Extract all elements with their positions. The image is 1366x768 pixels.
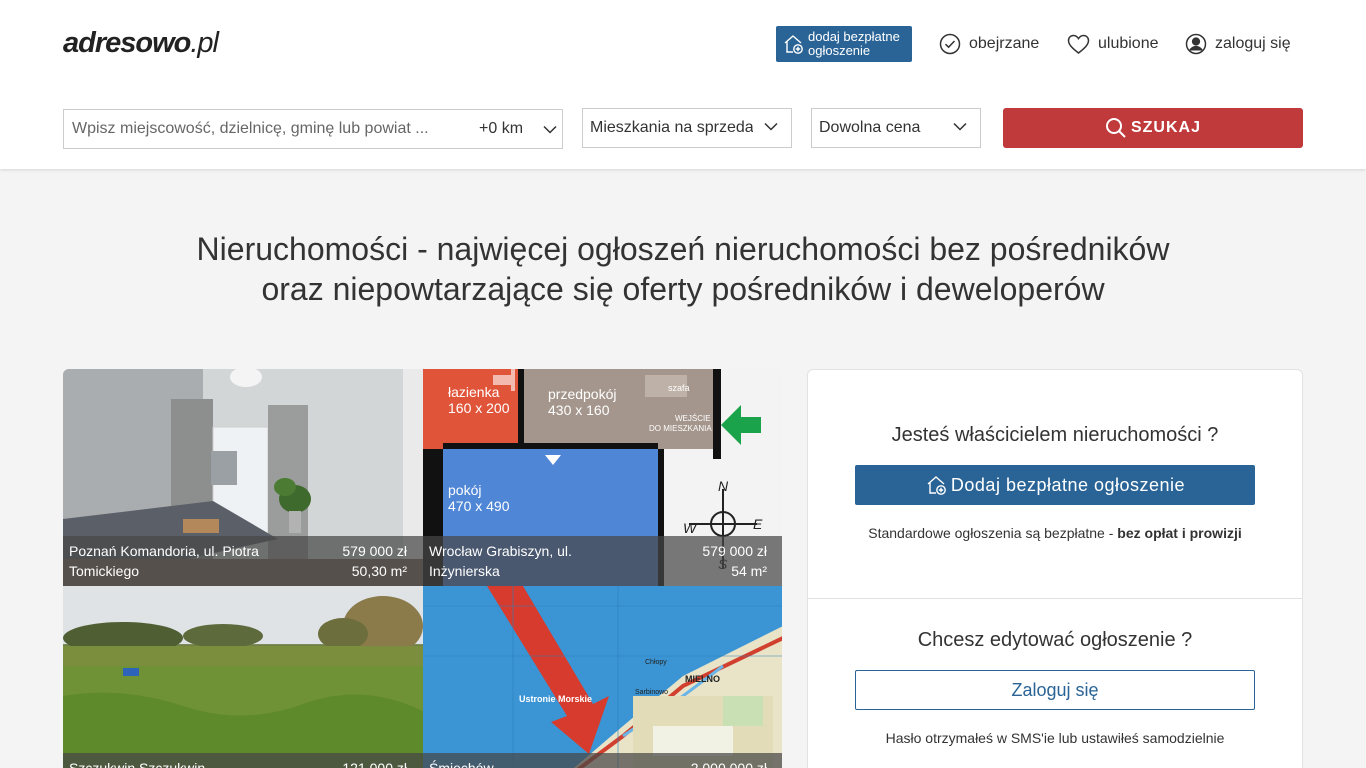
map-label-1: Ustronie Morskie (519, 694, 592, 704)
login-button[interactable]: Zaloguj się (855, 670, 1255, 710)
listing-price-area: 579 000 zł 50,30 m² (342, 541, 407, 581)
floorplan-bathroom-dim: 160 x 200 (448, 400, 510, 416)
add-free-listing-label: Dodaj bezpłatne ogłoszenie (950, 474, 1186, 495)
listing-location: Szczukwin Szczukwin (69, 760, 206, 768)
compass-north: N (718, 478, 729, 494)
logo-main: adresowo (63, 27, 191, 59)
floorplan-hall: przedpokój (548, 386, 617, 402)
radius-value: +0 km (479, 120, 524, 137)
category-value: Mieszkania na sprzedaż (590, 119, 753, 136)
listing-location: Wrocław Grabiszyn, ul. Inżynierska (429, 543, 572, 579)
card-divider (808, 598, 1302, 599)
listing-price: 579 000 zł (702, 543, 767, 559)
site-logo[interactable]: adresowo.pl (63, 27, 219, 60)
search-button-label: SZUKAJ (1130, 119, 1201, 136)
listing-photo-map: Ustronie Morskie MIELNO Sarbinowo Chłopy (423, 586, 782, 768)
floorplan-wardrobe: szafa (668, 383, 690, 393)
nav-favorites-label: ulubione (1098, 35, 1159, 52)
add-listing-button[interactable]: dodaj bezpłatne ogłoszenie (776, 26, 912, 62)
listing-photo-meadow (63, 586, 423, 768)
listing-caption: Poznań Komandoria, ul. Piotra Tomickiego… (63, 536, 423, 586)
listing-area: 54 m² (731, 563, 767, 579)
listing-location: Poznań Komandoria, ul. Piotra Tomickiego (69, 543, 259, 579)
price-select[interactable]: Dowolna cena (811, 108, 981, 148)
chevron-down-icon (953, 122, 967, 131)
category-select[interactable]: Mieszkania na sprzedaż (582, 108, 792, 148)
map-label-4: Chłopy (645, 659, 667, 666)
location-input[interactable] (64, 120, 454, 138)
add-listing-label-2: ogłoszenie (808, 43, 871, 58)
floorplan-bathroom: łazienka (448, 384, 500, 400)
listing-caption: Wrocław Grabiszyn, ul. Inżynierska 579 0… (423, 536, 782, 586)
nav-login-label: zaloguj się (1215, 35, 1291, 52)
listing-caption: Szczukwin Szczukwin 121 000 zł (63, 753, 423, 768)
owner-card-note-bold: bez opłat i prowizji (1117, 525, 1242, 541)
house-plus-icon (927, 476, 946, 495)
listing-price: 579 000 zł (342, 543, 407, 559)
listing-area: 50,30 m² (351, 563, 407, 579)
listing-price-area: 121 000 zł (342, 758, 407, 768)
nav-viewed[interactable]: obejrzane (939, 31, 1039, 57)
listing-caption: Śmiechów 2 000 000 zł (423, 753, 782, 768)
listing-price: 2 000 000 zł (690, 760, 767, 768)
listing-tile[interactable]: Szczukwin Szczukwin 121 000 zł (63, 586, 423, 768)
listing-price-area: 2 000 000 zł (691, 758, 767, 768)
featured-listings: Poznań Komandoria, ul. Piotra Tomickiego… (63, 369, 782, 768)
heart-icon (1067, 34, 1090, 54)
nav-login[interactable]: zaloguj się (1185, 31, 1291, 57)
user-circle-icon (1185, 33, 1207, 55)
chevron-down-icon (764, 122, 778, 131)
logo-tld: .pl (190, 27, 219, 59)
page-title-line-1: Nieruchomości - najwięcej ogłoszeń nieru… (196, 231, 1170, 267)
listing-tile[interactable]: Ustronie Morskie MIELNO Sarbinowo Chłopy… (423, 586, 782, 768)
login-button-label: Zaloguj się (1011, 679, 1099, 700)
listing-tile[interactable]: łazienka 160 x 200 przedpokój 430 x 160 … (423, 369, 782, 586)
map-label-3: Sarbinowo (635, 689, 668, 696)
map-label-2: MIELNO (685, 674, 720, 684)
search-icon (1105, 118, 1126, 138)
listing-price-area: 579 000 zł 54 m² (702, 541, 767, 581)
owner-card-title: Jesteś właścicielem nieruchomości ? (891, 424, 1219, 446)
floorplan-hall-dim: 430 x 160 (548, 402, 610, 418)
price-value: Dowolna cena (819, 119, 921, 136)
house-plus-icon (784, 35, 803, 54)
check-circle-icon (939, 33, 961, 55)
nav-favorites[interactable]: ulubione (1067, 31, 1159, 57)
add-listing-label-1: dodaj bezpłatne (808, 29, 900, 44)
compass-west: W (683, 520, 698, 536)
site-header: adresowo.pl dodaj bezpłatne ogłoszenie o… (0, 0, 1366, 169)
owner-card-note: Standardowe ogłoszenia są bezpłatne - be… (808, 525, 1302, 541)
edit-card-title: Chcesz edytować ogłoszenie ? (917, 629, 1193, 651)
login-note: Hasło otrzymałeś w SMS'ie lub ustawiłeś … (885, 730, 1225, 746)
page-title-line-2: oraz niepowtarzające się oferty pośredni… (261, 271, 1105, 307)
search-button[interactable]: SZUKAJ (1003, 108, 1303, 148)
floorplan-entrance-2: DO MIESZKANIA (649, 424, 712, 433)
page-title: Nieruchomości - najwięcej ogłoszeń nieru… (0, 229, 1366, 309)
floorplan-room: pokój (448, 482, 481, 498)
listing-price: 121 000 zł (342, 760, 407, 768)
owner-card: Jesteś właścicielem nieruchomości ? Doda… (807, 369, 1303, 768)
compass-east: E (753, 516, 763, 532)
nav-viewed-label: obejrzane (969, 35, 1040, 52)
listing-tile[interactable]: Poznań Komandoria, ul. Piotra Tomickiego… (63, 369, 423, 586)
radius-dropdown[interactable]: +0 km (479, 120, 557, 138)
floorplan-entrance-1: WEJŚCIE (675, 414, 711, 423)
location-search-box: +0 km (63, 109, 563, 149)
add-free-listing-button[interactable]: Dodaj bezpłatne ogłoszenie (855, 465, 1255, 505)
floorplan-room-dim: 470 x 490 (448, 498, 510, 514)
owner-card-note-plain: Standardowe ogłoszenia są bezpłatne - (868, 525, 1118, 541)
listing-location: Śmiechów (429, 760, 494, 768)
chevron-down-icon (543, 125, 557, 134)
